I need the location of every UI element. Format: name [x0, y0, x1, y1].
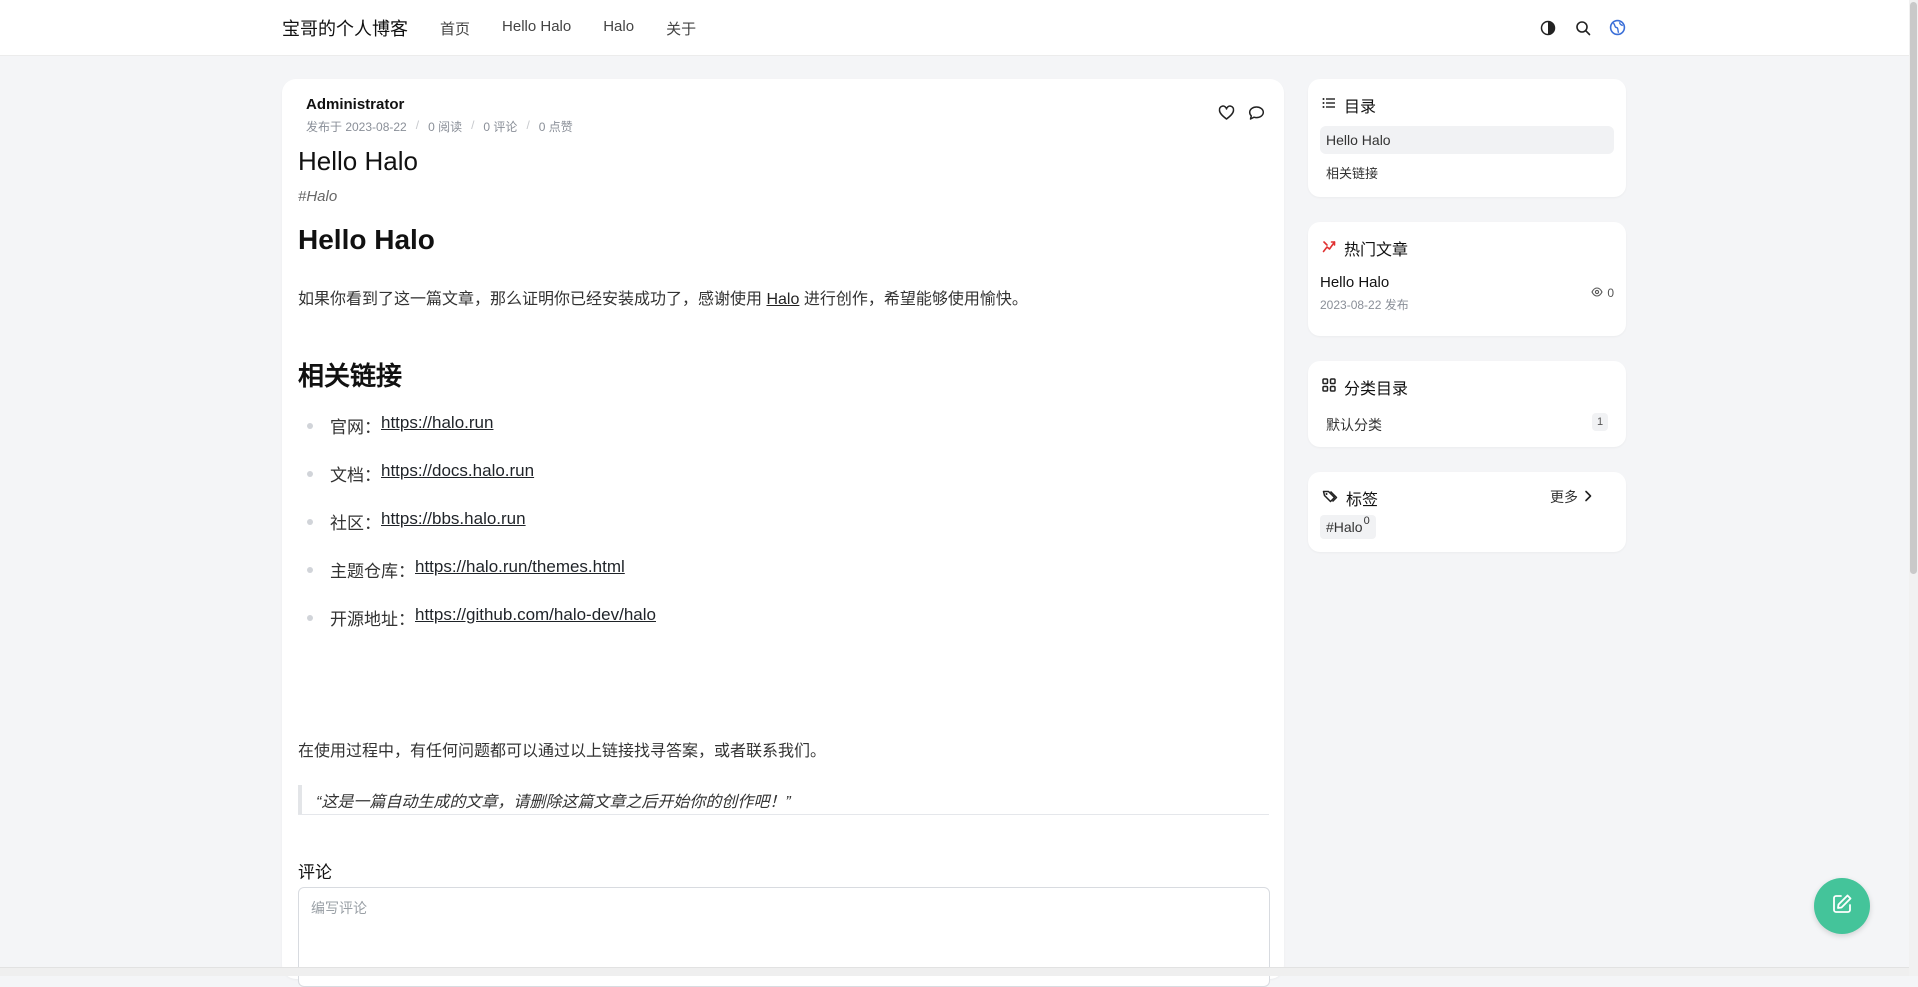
halo-link[interactable]: Halo — [766, 291, 799, 308]
hot-post-views: 0 — [1591, 286, 1614, 300]
more-label: 更多 — [1550, 487, 1578, 507]
post-card: Administrator 发布于 2023-08-22 / 0 阅读 / 0 … — [282, 79, 1284, 979]
comments-title: 评论 — [298, 858, 332, 883]
tag-chip-count: 0 — [1364, 515, 1370, 527]
list-item: 官网：https://halo.run — [298, 413, 656, 461]
post-comments-count: 0 评论 — [483, 118, 517, 135]
post-reads: 0 阅读 — [428, 118, 462, 135]
links-heading: 相关链接 — [298, 356, 402, 393]
hot-posts-header: 热门文章 — [1322, 236, 1408, 260]
comment-icon[interactable] — [1246, 103, 1266, 123]
link-label: 主题仓库： — [330, 557, 415, 582]
list-item: 社区：https://bbs.halo.run — [298, 509, 656, 557]
top-navbar: 宝哥的个人博客 首页 Hello Halo Halo 关于 — [0, 0, 1918, 56]
list-item: 开源地址：https://github.com/halo-dev/halo — [298, 605, 656, 653]
more-tags-link[interactable]: 更多 — [1550, 487, 1592, 507]
post-meta: 发布于 2023-08-22 / 0 阅读 / 0 评论 / 0 点赞 — [306, 118, 573, 135]
hot-posts-title: 热门文章 — [1344, 236, 1408, 260]
categories-widget: 分类目录 默认分类 1 — [1308, 361, 1626, 447]
categories-title: 分类目录 — [1344, 375, 1408, 399]
related-links-list: 官网：https://halo.run 文档：https://docs.halo… — [298, 413, 656, 653]
tags-header: 标签 — [1322, 486, 1378, 510]
link-url[interactable]: https://bbs.halo.run — [381, 509, 526, 529]
tags-title: 标签 — [1346, 486, 1378, 510]
nav-item-hello-halo[interactable]: Hello Halo — [502, 18, 571, 39]
category-count-badge: 1 — [1592, 413, 1608, 431]
content-heading: Hello Halo — [298, 224, 435, 256]
content-quote: “这是一篇自动生成的文章，请删除这篇文章之后开始你的创作吧！” — [298, 785, 791, 815]
content-intro: 如果你看到了这一篇文章，那么证明你已经安装成功了，感谢使用 Halo 进行创作，… — [298, 285, 1028, 309]
link-url[interactable]: https://docs.halo.run — [381, 461, 534, 481]
theme-toggle-icon[interactable] — [1536, 16, 1559, 39]
toc-item-hello-halo[interactable]: Hello Halo — [1320, 126, 1614, 154]
eye-icon — [1591, 286, 1603, 300]
link-label: 开源地址： — [330, 605, 415, 630]
write-post-button[interactable] — [1814, 878, 1870, 934]
topbar-actions — [1536, 16, 1629, 39]
post-title: Hello Halo — [298, 146, 418, 177]
list-item: 主题仓库：https://halo.run/themes.html — [298, 557, 656, 605]
hot-icon — [1322, 239, 1336, 258]
tag-chip-halo[interactable]: #Halo 0 — [1320, 515, 1376, 539]
link-url[interactable]: https://halo.run/themes.html — [415, 557, 625, 577]
scrollbar-thumb[interactable] — [1910, 2, 1917, 574]
link-url[interactable]: https://github.com/halo-dev/halo — [415, 605, 656, 625]
grid-icon — [1322, 378, 1336, 397]
like-icon[interactable] — [1216, 103, 1236, 123]
main-nav: 首页 Hello Halo Halo 关于 — [440, 18, 696, 39]
hot-post-date: 2023-08-22 发布 — [1320, 296, 1409, 313]
nav-item-home[interactable]: 首页 — [440, 18, 470, 39]
category-item-default[interactable]: 默认分类 — [1326, 415, 1382, 435]
meta-separator: / — [471, 118, 474, 135]
categories-header: 分类目录 — [1322, 375, 1408, 399]
list-item: 文档：https://docs.halo.run — [298, 461, 656, 509]
site-title[interactable]: 宝哥的个人博客 — [282, 15, 408, 41]
intro-text-end: 进行创作，希望能够使用愉快。 — [804, 291, 1028, 308]
post-date: 发布于 2023-08-22 — [306, 118, 407, 135]
globe-icon[interactable] — [1606, 16, 1629, 39]
link-label: 文档： — [330, 461, 381, 486]
toc-title: 目录 — [1344, 93, 1376, 117]
nav-item-halo[interactable]: Halo — [603, 18, 634, 39]
link-label: 社区： — [330, 509, 381, 534]
post-author[interactable]: Administrator — [306, 96, 404, 113]
toc-widget: 目录 Hello Halo 相关链接 — [1308, 79, 1626, 197]
meta-separator: / — [416, 118, 419, 135]
post-tag-link[interactable]: #Halo — [298, 188, 337, 205]
toc-item-related-links[interactable]: 相关链接 — [1320, 158, 1614, 186]
chevron-right-icon — [1584, 489, 1592, 505]
meta-separator: / — [526, 118, 529, 135]
hot-posts-widget: 热门文章 Hello Halo 2023-08-22 发布 0 — [1308, 222, 1626, 336]
list-icon — [1322, 96, 1336, 115]
horizontal-scrollbar[interactable] — [0, 967, 1909, 976]
hot-post-title[interactable]: Hello Halo — [1320, 274, 1389, 291]
views-count: 0 — [1607, 286, 1614, 300]
edit-icon — [1830, 892, 1854, 921]
post-likes: 0 点赞 — [539, 118, 573, 135]
toc-header: 目录 — [1322, 93, 1376, 117]
intro-text: 如果你看到了这一篇文章，那么证明你已经安装成功了，感谢使用 — [298, 291, 762, 308]
link-label: 官网： — [330, 413, 381, 438]
tags-widget: 标签 更多 #Halo 0 — [1308, 472, 1626, 552]
tag-chip-label: #Halo — [1326, 519, 1363, 535]
divider — [298, 814, 1269, 815]
nav-item-about[interactable]: 关于 — [666, 18, 696, 39]
content-closing: 在使用过程中，有任何问题都可以通过以上链接找寻答案，或者联系我们。 — [298, 737, 826, 761]
link-url[interactable]: https://halo.run — [381, 413, 493, 433]
post-actions — [1216, 103, 1266, 123]
vertical-scrollbar[interactable] — [1909, 0, 1918, 976]
tag-icon — [1322, 489, 1338, 508]
search-icon[interactable] — [1571, 16, 1594, 39]
